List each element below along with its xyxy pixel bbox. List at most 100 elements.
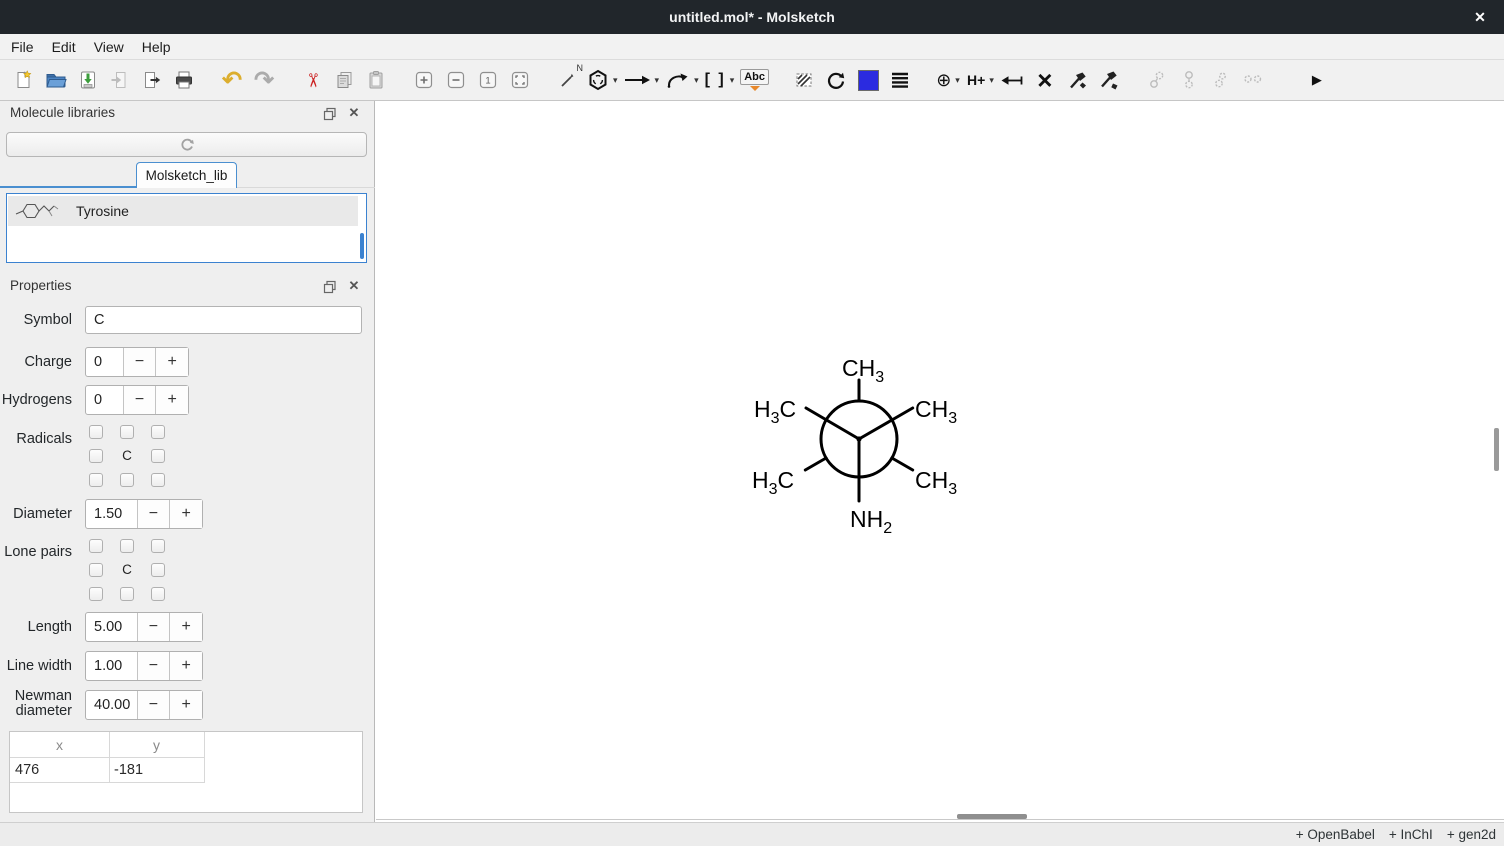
charge-decrement-button[interactable]: − (123, 348, 156, 376)
undo-button[interactable]: ↶ (219, 65, 245, 95)
copy-button[interactable] (331, 65, 357, 95)
list-scrollbar-handle[interactable] (360, 233, 364, 259)
line-width-value[interactable]: 1.00 (86, 652, 137, 680)
lone-pair-checkbox[interactable] (120, 587, 134, 601)
zoom-in-button[interactable] (411, 65, 437, 95)
newman-diameter-increment-button[interactable]: + (169, 691, 202, 719)
list-item-tyrosine[interactable]: Tyrosine (8, 196, 358, 226)
line-width-button[interactable] (887, 65, 913, 95)
lone-pair-checkbox[interactable] (151, 587, 165, 601)
newman-diameter-decrement-button[interactable]: − (137, 691, 170, 719)
refresh-libraries-button[interactable] (6, 132, 367, 157)
hatched-square-icon (794, 70, 814, 90)
molecule-pair-tool-4-button[interactable] (1240, 65, 1266, 95)
radical-checkbox[interactable] (120, 473, 134, 487)
cut-button[interactable]: ✂ (299, 65, 325, 95)
redo-button[interactable]: ↷ (251, 65, 277, 95)
molecule-pair-tool-3-button[interactable] (1208, 65, 1234, 95)
hydrogens-increment-button[interactable]: + (155, 386, 188, 414)
dropdown-arrow-icon[interactable]: ▾ (955, 75, 960, 86)
save-button[interactable] (75, 65, 101, 95)
menu-help[interactable]: Help (133, 34, 180, 60)
radical-checkbox[interactable] (89, 425, 103, 439)
charge-value[interactable]: 0 (86, 348, 123, 376)
diameter-increment-button[interactable]: + (169, 500, 202, 528)
lone-pair-checkbox[interactable] (151, 539, 165, 553)
zoom-out-icon (446, 70, 466, 90)
lone-pair-checkbox[interactable] (89, 539, 103, 553)
close-panel-button[interactable]: ✕ (347, 105, 361, 121)
length-decrement-button[interactable]: − (137, 613, 170, 641)
zoom-original-button[interactable]: 1 (475, 65, 501, 95)
draw-bond-button[interactable]: N (555, 65, 581, 95)
dropdown-arrow-icon[interactable]: ▾ (989, 75, 994, 86)
diameter-decrement-button[interactable]: − (137, 500, 170, 528)
toolbar-overflow-button[interactable]: ▶ (1304, 65, 1330, 95)
rotate-tool-button[interactable] (823, 65, 849, 95)
radical-checkbox[interactable] (120, 425, 134, 439)
dropdown-arrow-icon[interactable]: ▾ (730, 75, 735, 86)
diameter-value[interactable]: 1.50 (86, 500, 137, 528)
print-button[interactable] (171, 65, 197, 95)
lone-pair-checkbox[interactable] (89, 587, 103, 601)
dropdown-arrow-icon[interactable]: ▾ (613, 75, 618, 86)
text-tool-button[interactable]: Abc (740, 65, 769, 95)
length-value[interactable]: 5.00 (86, 613, 137, 641)
hydrogen-tool-button[interactable]: H+▾ (967, 65, 994, 95)
reaction-arrow-button[interactable]: ▾ (624, 65, 660, 95)
dropdown-arrow-icon[interactable]: ▾ (694, 75, 699, 86)
radical-checkbox[interactable] (151, 425, 165, 439)
newman-diameter-value[interactable]: 40.00 (86, 691, 137, 719)
zoom-out-button[interactable] (443, 65, 469, 95)
coordinate-x-cell[interactable]: 476 (10, 757, 109, 783)
hydrogens-decrement-button[interactable]: − (123, 386, 156, 414)
menu-edit[interactable]: Edit (43, 34, 85, 60)
ring-tool-button[interactable]: ▾ (587, 65, 618, 95)
radical-checkbox[interactable] (89, 473, 103, 487)
open-file-button[interactable] (43, 65, 69, 95)
close-panel-button[interactable]: ✕ (347, 278, 361, 294)
molecule-pair-tool-1-button[interactable] (1144, 65, 1170, 95)
line-width-increment-button[interactable]: + (169, 652, 202, 680)
line-width-decrement-button[interactable]: − (137, 652, 170, 680)
window-close-button[interactable]: ✕ (1470, 7, 1490, 27)
vertical-scrollbar-handle[interactable] (1494, 428, 1499, 471)
horizontal-scrollbar-handle[interactable] (957, 814, 1027, 819)
float-icon (323, 107, 337, 121)
color-picker-button[interactable] (855, 65, 881, 95)
tab-molsketch-lib[interactable]: Molsketch_lib (136, 162, 237, 188)
zoom-fit-icon (510, 70, 530, 90)
new-document-button[interactable] (11, 65, 37, 95)
import-button[interactable] (107, 65, 133, 95)
molecule-pair-tool-2-button[interactable] (1176, 65, 1202, 95)
mechanism-arrow-button[interactable]: ▾ (665, 65, 699, 95)
length-increment-button[interactable]: + (169, 613, 202, 641)
lone-pair-checkbox[interactable] (151, 563, 165, 577)
charge-increment-button[interactable]: + (155, 348, 188, 376)
float-panel-button[interactable] (323, 107, 337, 121)
select-area-button[interactable] (791, 65, 817, 95)
float-panel-button[interactable] (323, 280, 337, 294)
newman-projection-molecule[interactable]: CH3 H3C CH3 H3C CH3 NH2 (720, 329, 1020, 559)
lone-pair-checkbox[interactable] (89, 563, 103, 577)
zoom-fit-button[interactable] (507, 65, 533, 95)
bracket-tool-button[interactable]: [ ]▾ (705, 65, 735, 95)
export-button[interactable] (139, 65, 165, 95)
dropdown-arrow-icon[interactable]: ▾ (655, 75, 660, 86)
charge-tool-button[interactable]: ⊕▾ (935, 65, 961, 95)
mechanics-tool-button[interactable] (1064, 65, 1090, 95)
menu-file[interactable]: File (2, 34, 43, 60)
coordinate-y-cell[interactable]: -181 (109, 757, 204, 783)
drawing-canvas[interactable]: CH3 H3C CH3 H3C CH3 NH2 (376, 101, 1504, 820)
mechanics-flip-tool-button[interactable] (1096, 65, 1122, 95)
radical-checkbox[interactable] (151, 473, 165, 487)
radical-checkbox[interactable] (151, 449, 165, 463)
paste-button[interactable] (363, 65, 389, 95)
radical-checkbox[interactable] (89, 449, 103, 463)
menu-view[interactable]: View (85, 34, 133, 60)
delete-tool-button[interactable]: × (1032, 65, 1058, 95)
symbol-input[interactable]: C (85, 306, 362, 334)
lone-pair-checkbox[interactable] (120, 539, 134, 553)
electron-flow-button[interactable] (1000, 65, 1026, 95)
hydrogens-value[interactable]: 0 (86, 386, 123, 414)
